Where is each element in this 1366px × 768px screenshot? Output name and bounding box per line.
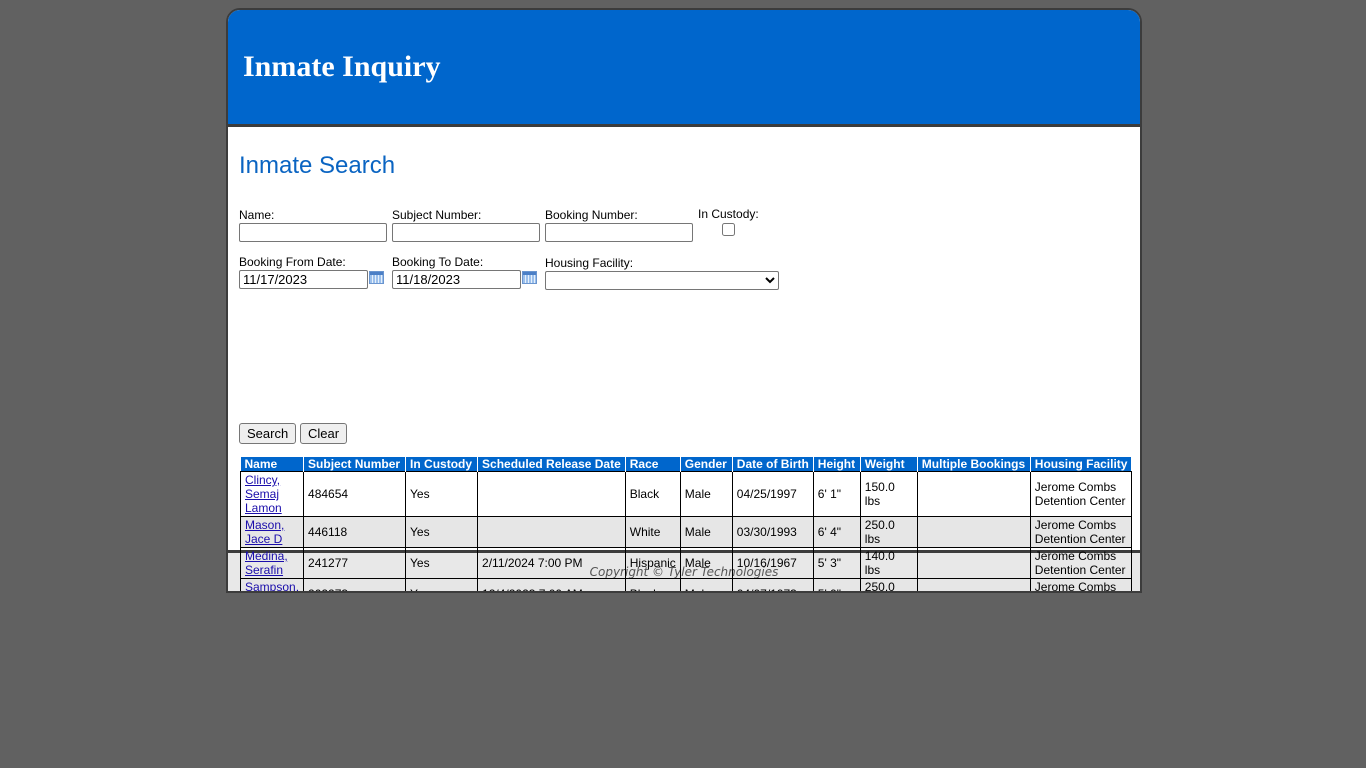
cell-gender: Male [679, 516, 733, 548]
column-header[interactable]: Race [624, 457, 681, 472]
cell-custody: Yes [405, 471, 479, 517]
housing-facility-label: Housing Facility: [545, 256, 634, 270]
table-row: Medina, Serafin 241277 Yes 2/11/2024 7:00 P… [239, 547, 1132, 579]
table-row: Sampson, Donald H 202273Yes12/4/2023 7:00… [239, 578, 1132, 591]
column-header[interactable]: Scheduled Release Date [477, 457, 626, 472]
cell-gender: Male [679, 471, 733, 517]
calendar-icon[interactable] [369, 271, 384, 284]
calendar-icon[interactable] [522, 271, 537, 284]
search-button[interactable]: Search [239, 423, 297, 444]
cell-height: 6' 1" [812, 471, 861, 517]
cell-release [477, 516, 626, 548]
cell-multiple [916, 516, 1031, 548]
inmate-name-link[interactable]: Mason, Jace D [245, 518, 284, 546]
table-row: Clincy, Semaj Lamon 484654 Yes Black Male 04/… [239, 471, 1132, 517]
cell-name: Clincy, Semaj Lamon [239, 471, 305, 517]
cell-custody: Yes [405, 516, 479, 548]
app-title: Inmate Inquiry [243, 50, 441, 83]
facility-field-group: Housing Facility: [545, 256, 779, 290]
search-panel: Inmate Search Name: Subject Number: Book… [228, 127, 1140, 591]
column-header[interactable]: Height [812, 457, 861, 472]
in-custody-label: In Custody: [698, 207, 759, 221]
cell-dob: 03/30/1993 [731, 516, 814, 548]
booking-number-label: Booking Number: [545, 208, 638, 222]
cell-weight: 250.0 lbs [859, 516, 918, 548]
subject-number-label: Subject Number: [392, 208, 482, 222]
cell-gender: Male [679, 578, 733, 591]
cell-race: Black [624, 578, 681, 591]
cell-race: Black [624, 471, 681, 517]
cell-race: Hispanic [624, 547, 681, 579]
clear-button[interactable]: Clear [300, 423, 348, 444]
cell-race: White [624, 516, 681, 548]
column-header[interactable]: Multiple Bookings [916, 457, 1031, 472]
subject-number-input[interactable] [392, 223, 540, 242]
cell-custody: Yes [405, 547, 479, 579]
column-header[interactable]: Gender [679, 457, 733, 472]
cell-facility: Jerome Combs Detention Center [1029, 578, 1132, 591]
cell-dob: 04/07/1973 [731, 578, 814, 591]
cell-dob: 04/25/1997 [731, 471, 814, 517]
booking-field-group: Booking Number: [545, 208, 693, 242]
custody-field-group: In Custody: [698, 207, 759, 239]
to-date-label: Booking To Date: [392, 255, 484, 269]
cell-weight: 140.0 lbs [859, 547, 918, 579]
housing-facility-select[interactable] [545, 271, 779, 290]
name-field-group: Name: [239, 208, 387, 242]
cell-release: 12/4/2023 7:00 AM [477, 578, 626, 591]
column-header[interactable]: Housing Facility [1029, 457, 1132, 472]
cell-name: Mason, Jace D [239, 516, 305, 548]
inmate-name-link[interactable]: Clincy, Semaj Lamon [245, 473, 282, 515]
cell-facility: Jerome Combs Detention Center [1029, 471, 1132, 517]
column-header[interactable]: Weight [859, 457, 918, 472]
page-header: Inmate Inquiry [228, 10, 1140, 127]
from-date-label: Booking From Date: [239, 255, 346, 269]
cell-gender: Male [679, 547, 733, 579]
cell-multiple [916, 547, 1031, 579]
cell-subject: 241277 [303, 547, 407, 579]
name-label: Name: [239, 208, 275, 222]
page-frame: Inmate Inquiry Inmate Search Name: Subje… [226, 8, 1142, 593]
page-title: Inmate Search [239, 152, 396, 179]
column-header[interactable]: In Custody [405, 457, 478, 472]
cell-facility: Jerome Combs Detention Center [1029, 547, 1132, 579]
cell-dob: 10/16/1967 [731, 547, 814, 579]
cell-multiple [916, 578, 1031, 591]
column-header[interactable]: Name [240, 457, 304, 472]
cell-name: Sampson, Donald H [239, 578, 305, 591]
in-custody-checkbox[interactable] [721, 223, 735, 236]
table-header-row: Name Subject Number In Custody Scheduled… [240, 457, 1132, 472]
cell-multiple [916, 471, 1031, 517]
cell-name: Medina, Serafin [239, 547, 305, 579]
cell-subject: 484654 [303, 471, 407, 517]
to-date-group: Booking To Date: [392, 255, 537, 289]
cell-release [477, 471, 626, 517]
cell-subject: 446118 [303, 516, 407, 548]
cell-facility: Jerome Combs Detention Center [1029, 516, 1132, 548]
subject-field-group: Subject Number: [392, 208, 540, 242]
cell-weight: 150.0 lbs [859, 471, 918, 517]
booking-number-input[interactable] [545, 223, 693, 242]
cell-release: 2/11/2024 7:00 PM [477, 547, 626, 579]
name-input[interactable] [239, 223, 387, 242]
results-table: Name Subject Number In Custody Scheduled… [239, 457, 1132, 591]
column-header[interactable]: Date of Birth [731, 457, 814, 472]
inmate-name-link[interactable]: Medina, Serafin [245, 549, 288, 577]
inmate-name-link[interactable]: Sampson, Donald H [245, 580, 299, 591]
cell-height: 5' 9" [812, 578, 861, 591]
from-date-group: Booking From Date: [239, 255, 384, 289]
table-row: Mason, Jace D 446118 Yes White Male 03/30/199… [239, 516, 1132, 548]
column-header[interactable]: Subject Number [303, 457, 406, 472]
cell-height: 5' 3" [812, 547, 861, 579]
cell-subject: 202273 [303, 578, 407, 591]
from-date-input[interactable] [239, 270, 368, 289]
cell-height: 6' 4" [812, 516, 861, 548]
cell-custody: Yes [405, 578, 479, 591]
to-date-input[interactable] [392, 270, 521, 289]
cell-weight: 250.0 lbs [859, 578, 918, 591]
